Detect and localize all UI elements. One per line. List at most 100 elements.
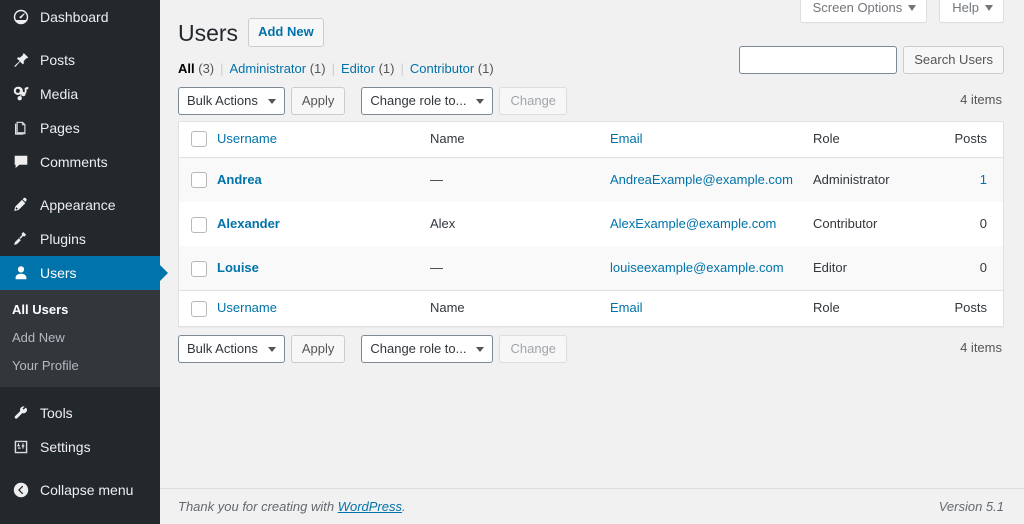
column-sort-link[interactable]: Username [217,131,277,146]
users-table-body: Andrea — AndreaExample@example.com Administ… [179,157,1003,291]
sidebar-item-comments[interactable]: Comments [0,145,160,179]
wp-version: Version 5.1 [938,499,1004,514]
sidebar-item-label: Dashboard [40,9,109,25]
comments-icon [11,152,31,172]
sidebar-item-collapse[interactable]: Collapse menu [0,473,160,507]
select-all-checkbox[interactable] [191,300,207,317]
filter-divider: | [400,60,404,76]
cell-posts: 0 [943,246,1003,291]
bulk-actions-select-bottom[interactable]: Bulk Actions [178,335,285,364]
sidebar-item-label: Appearance [40,197,116,213]
role-filter-link[interactable]: Administrator [230,61,307,76]
role-filter-count: (1) [374,60,395,76]
sidebar-item-appearance[interactable]: Appearance [0,188,160,222]
select-all-checkbox[interactable] [191,131,207,148]
column-header-role: Role [803,121,943,158]
table-header-row: Username Name Email Role Posts [179,121,1003,158]
plugins-icon [11,229,31,249]
role-filter-link[interactable]: Contributor [410,61,474,76]
change-button-top[interactable]: Change [499,86,568,115]
table-row: Alexander Alex AlexExample@example.com Cont… [179,202,1003,247]
displaying-num-bottom: 4 items [960,340,1002,356]
email-link[interactable]: AlexExample@example.com [610,216,776,231]
row-checkbox[interactable] [191,172,207,189]
column-header-email[interactable]: Email [599,121,803,158]
filter-divider: | [331,60,335,76]
sidebar-item-users[interactable]: Users [0,256,168,290]
sidebar-submenu-item-add-new[interactable]: Add New [0,324,160,352]
chevron-down-icon [476,347,485,353]
sidebar-item-settings[interactable]: Settings [0,430,160,464]
sidebar-item-pages[interactable]: Pages [0,111,160,145]
bulk-actions-group-top: Bulk Actions Apply [178,86,346,115]
posts-count-link[interactable]: 1 [980,172,987,187]
row-checkbox[interactable] [191,216,207,233]
column-sort-link[interactable]: Username [217,300,277,315]
row-checkbox[interactable] [191,260,207,277]
role-filter-link[interactable]: All [178,61,195,76]
cell-username: Alexander [207,202,420,246]
users-icon [11,263,31,283]
tablenav-bottom: Bulk Actions Apply Change role to... Cha… [178,333,1004,365]
sidebar-item-label: Posts [40,52,76,68]
sidebar-item-tools[interactable]: Tools [0,396,160,430]
users-table-foot: Username Name Email Role Posts [179,290,1003,327]
row-select-cell [179,157,207,202]
username-link[interactable]: Andrea [217,172,262,187]
username-link[interactable]: Alexander [217,216,280,231]
admin-sidebar: Dashboard Posts Media Pages Comments Appearan… [0,0,168,524]
wp-admin-screen: Dashboard Posts Media Pages Comments Appearan… [0,0,1024,524]
change-button-bottom[interactable]: Change [499,335,568,364]
cell-name: — [419,157,600,202]
page-wrap: Users Add New Search Users All (3) | Admin… [160,0,1024,365]
sidebar-submenu: All Users Add New Your Profile [0,290,160,387]
email-link[interactable]: AndreaExample@example.com [610,172,793,187]
column-sort-link[interactable]: Email [610,131,643,146]
sidebar-item-dashboard[interactable]: Dashboard [0,0,160,34]
sidebar-submenu-item-all-users[interactable]: All Users [0,296,160,324]
page-title: Users [178,20,239,46]
table-row: Louise — louiseexample@example.com Editor 0 [179,246,1003,291]
column-header-email[interactable]: Email [599,290,803,327]
change-role-select-bottom[interactable]: Change role to... [361,335,494,364]
content-area: Screen Options Help Users Add New Search… [160,0,1024,524]
email-link[interactable]: louiseexample@example.com [610,260,784,275]
role-filter-count: (3) [194,60,215,76]
cell-name: Alex [429,215,456,231]
search-input[interactable] [739,46,898,74]
role-filter-administrator: Administrator (1) | [230,59,341,79]
column-header-username[interactable]: Username [207,290,420,327]
column-sort-link[interactable]: Email [610,300,643,315]
sidebar-submenu-wrap: All Users Add New Your Profile [0,290,160,387]
cell-role: Editor [803,246,943,291]
change-role-group-top: Change role to... Change [361,86,568,115]
footer-thanks-prefix: Thank you for creating with [178,499,338,514]
role-filter-contributor: Contributor (1) [410,59,494,79]
sidebar-item-posts[interactable]: Posts [0,43,160,77]
column-header-username[interactable]: Username [207,121,420,158]
select-all-header-cell [179,121,207,158]
bulk-actions-select-top[interactable]: Bulk Actions [178,86,285,115]
sidebar-item-label: Tools [40,405,73,421]
search-users-button[interactable]: Search Users [903,46,1004,74]
apply-button-top[interactable]: Apply [290,86,346,115]
username-link[interactable]: Louise [217,260,259,275]
wordpress-link[interactable]: WordPress [338,499,402,514]
displaying-num-top: 4 items [960,91,1002,107]
cell-name: — [419,246,600,291]
filter-divider: | [220,60,224,76]
sidebar-submenu-item-your-profile[interactable]: Your Profile [0,352,160,380]
change-role-select-top[interactable]: Change role to... [361,86,494,115]
apply-button-bottom[interactable]: Apply [290,335,346,364]
add-new-button[interactable]: Add New [248,17,324,48]
role-filter-link[interactable]: Editor [341,61,375,76]
sidebar-item-label: Media [40,86,79,102]
sidebar-item-media[interactable]: Media [0,77,160,111]
collapse-icon [11,480,31,500]
cell-email: AndreaExample@example.com [599,157,803,202]
column-header-posts: Posts [943,121,1003,158]
select-all-header-cell [179,290,207,327]
sidebar-item-plugins[interactable]: Plugins [0,222,160,256]
sidebar-item-label: Plugins [40,231,86,247]
chevron-down-icon [476,98,485,104]
